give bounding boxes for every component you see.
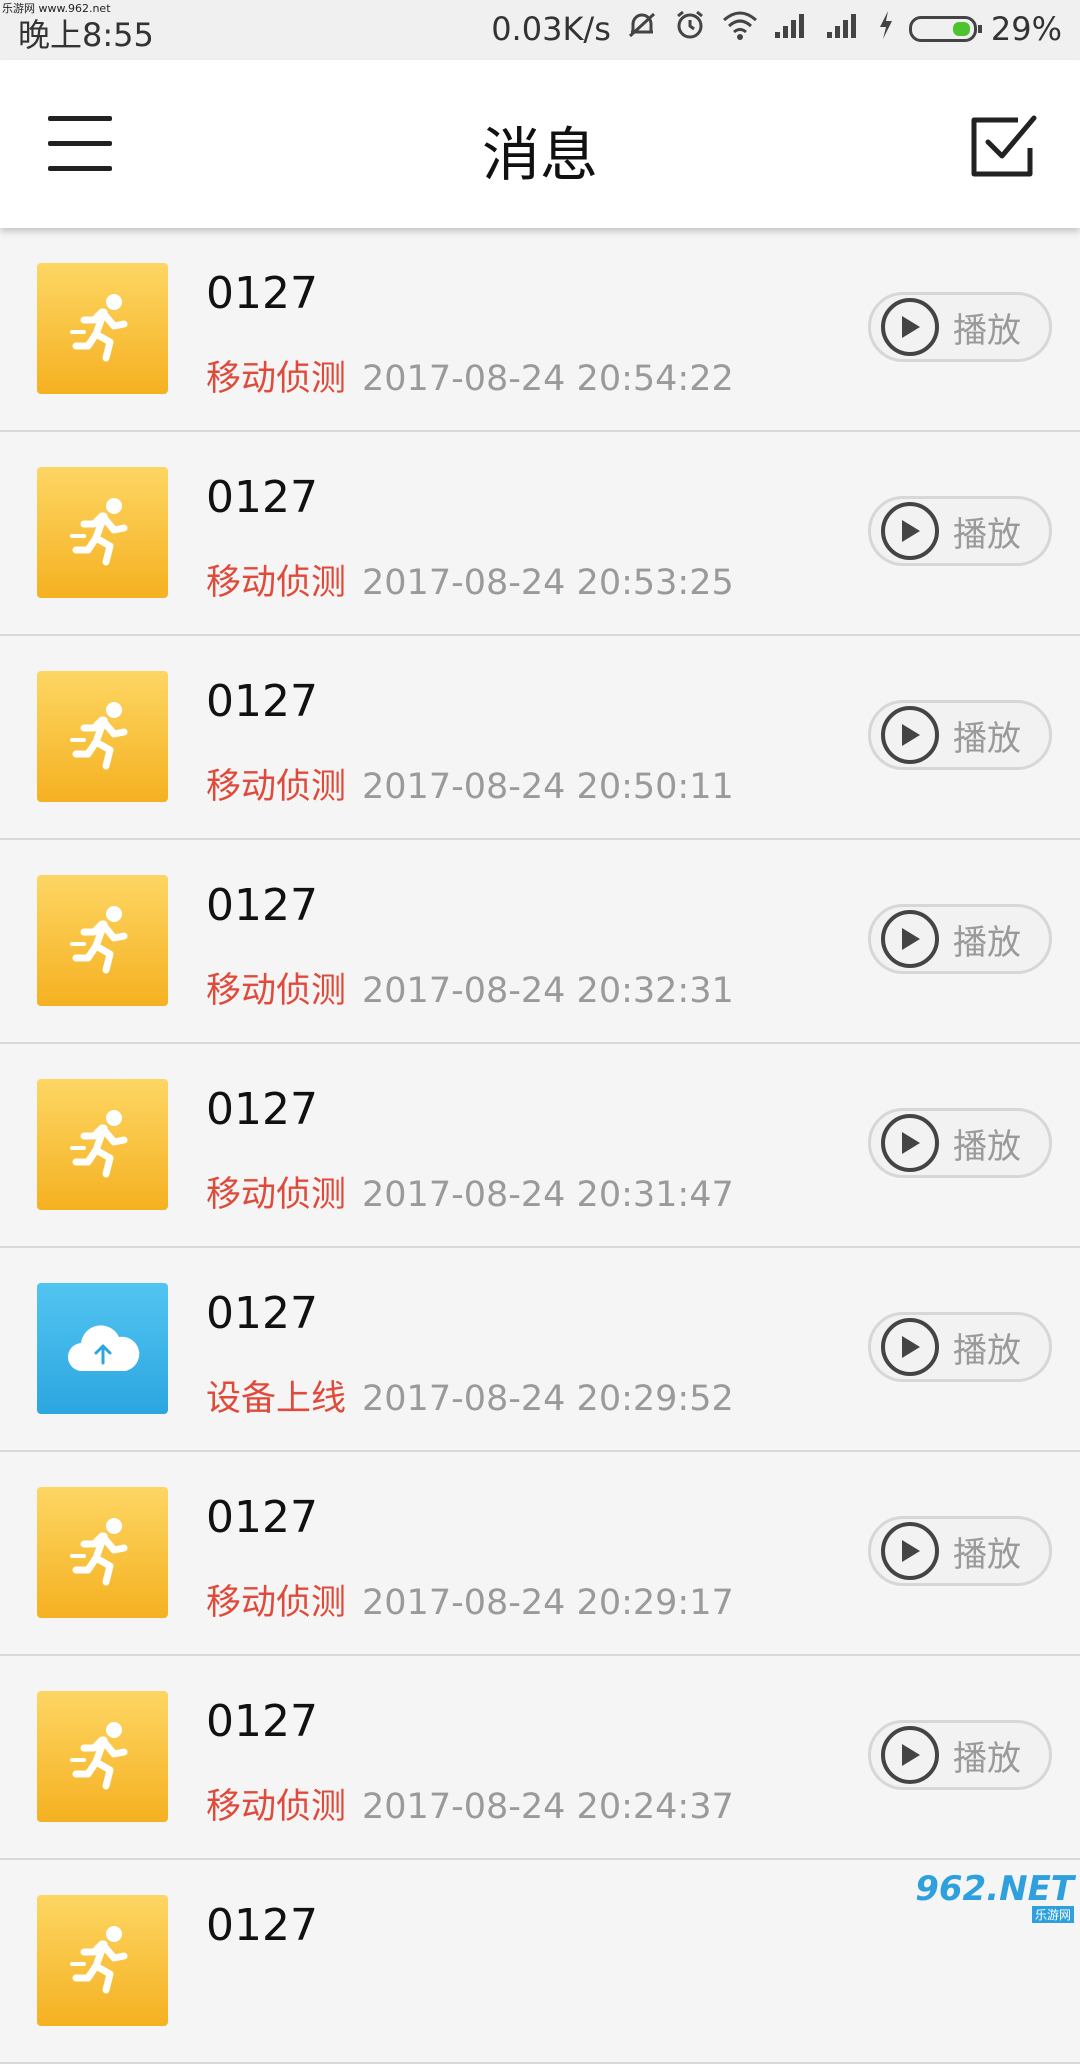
play-icon <box>881 502 939 560</box>
event-line: 设备上线 2017-08-24 20:29:52 <box>206 1370 734 1421</box>
event-type: 移动侦测 <box>206 1787 347 1827</box>
signal-icon <box>773 10 811 48</box>
play-button[interactable]: 播放 <box>868 1108 1052 1178</box>
message-list: 0127 移动侦测 2017-08-24 20:54:22 播放 0127 移动侦测 201… <box>0 228 1080 2064</box>
event-time: 2017-08-24 20:29:52 <box>362 1379 734 1419</box>
play-button[interactable]: 播放 <box>868 1720 1052 1790</box>
message-row[interactable]: 0127 移动侦测 2017-08-24 20:50:11 播放 <box>0 636 1080 840</box>
play-button[interactable]: 播放 <box>868 496 1052 566</box>
device-name: 0127 <box>206 268 318 319</box>
play-icon <box>881 1114 939 1172</box>
signal-icon <box>825 10 863 48</box>
event-time: 2017-08-24 20:31:47 <box>362 1175 734 1215</box>
network-speed: 0.03K/s <box>491 10 611 48</box>
play-button[interactable]: 播放 <box>868 700 1052 770</box>
device-name: 0127 <box>206 472 318 523</box>
message-row[interactable]: 0127 移动侦测 2017-08-24 20:29:17 播放 <box>0 1452 1080 1656</box>
play-icon <box>881 1726 939 1784</box>
event-type: 设备上线 <box>206 1379 347 1419</box>
event-type: 移动侦测 <box>206 1583 347 1623</box>
device-name: 0127 <box>206 676 318 727</box>
event-time: 2017-08-24 20:54:22 <box>362 359 734 399</box>
device-name: 0127 <box>206 1900 318 1951</box>
select-button[interactable] <box>968 112 1040 180</box>
device-name: 0127 <box>206 1084 318 1135</box>
event-line: 移动侦测 2017-08-24 20:50:11 <box>206 758 734 809</box>
running-person-icon <box>37 1691 168 1822</box>
page-title: 消息 <box>481 121 598 189</box>
device-name: 0127 <box>206 1288 318 1339</box>
message-row[interactable]: 0127 移动侦测 2017-08-24 20:32:31 播放 <box>0 840 1080 1044</box>
event-line: 移动侦测 2017-08-24 20:29:17 <box>206 1574 734 1625</box>
event-time: 2017-08-24 20:53:25 <box>362 563 734 603</box>
play-icon <box>881 910 939 968</box>
status-bar: 晚上8:55 0.03K/s 29% <box>0 0 1080 60</box>
event-line: 移动侦测 2017-08-24 20:54:22 <box>206 350 734 401</box>
play-button[interactable]: 播放 <box>868 292 1052 362</box>
message-row[interactable]: 0127 设备上线 2017-08-24 20:29:52 播放 <box>0 1248 1080 1452</box>
play-icon <box>881 1318 939 1376</box>
event-type: 移动侦测 <box>206 971 347 1011</box>
app-bar: 消息 <box>0 60 1080 228</box>
running-person-icon <box>37 671 168 802</box>
event-type: 移动侦测 <box>206 1175 347 1215</box>
play-label: 播放 <box>953 310 1021 351</box>
device-name: 0127 <box>206 1696 318 1747</box>
device-name: 0127 <box>206 880 318 931</box>
play-icon <box>881 1522 939 1580</box>
event-time: 2017-08-24 20:32:31 <box>362 971 734 1011</box>
battery-icon <box>908 16 982 42</box>
running-person-icon <box>37 875 168 1006</box>
status-time: 晚上8:55 <box>18 16 154 54</box>
device-name: 0127 <box>206 1492 318 1543</box>
checkbox-icon <box>971 115 1037 177</box>
event-line: 移动侦测 2017-08-24 20:24:37 <box>206 1778 734 1829</box>
running-person-icon <box>37 1895 168 2026</box>
event-time: 2017-08-24 20:50:11 <box>362 767 734 807</box>
event-line <box>206 1982 222 2022</box>
play-label: 播放 <box>953 922 1021 963</box>
play-button[interactable]: 播放 <box>868 904 1052 974</box>
cloud-upload-icon <box>37 1283 168 1414</box>
watermark-top: 乐游网 www.962.net <box>0 0 113 16</box>
play-icon <box>881 706 939 764</box>
play-label: 播放 <box>953 1330 1021 1371</box>
play-label: 播放 <box>953 1126 1021 1167</box>
watermark-logo: 962.NET 乐游网 <box>915 1869 1074 1923</box>
battery-percent: 29% <box>990 10 1062 48</box>
status-icons: 0.03K/s 29% <box>491 8 1062 50</box>
message-row[interactable]: 0127 移动侦测 2017-08-24 20:24:37 播放 <box>0 1656 1080 1860</box>
event-line: 移动侦测 2017-08-24 20:53:25 <box>206 554 734 605</box>
running-person-icon <box>37 1487 168 1618</box>
charging-icon <box>877 9 895 49</box>
event-type: 移动侦测 <box>206 359 347 399</box>
message-row[interactable]: 0127 移动侦测 2017-08-24 20:54:22 播放 <box>0 228 1080 432</box>
play-button[interactable]: 播放 <box>868 1312 1052 1382</box>
event-type: 移动侦测 <box>206 563 347 603</box>
event-line: 移动侦测 2017-08-24 20:31:47 <box>206 1166 734 1217</box>
message-row[interactable]: 0127 移动侦测 2017-08-24 20:53:25 播放 <box>0 432 1080 636</box>
play-label: 播放 <box>953 1534 1021 1575</box>
running-person-icon <box>37 263 168 394</box>
battery-level <box>952 22 970 36</box>
event-time: 2017-08-24 20:24:37 <box>362 1787 734 1827</box>
alarm-icon <box>673 8 707 50</box>
wifi-icon <box>721 9 759 49</box>
play-label: 播放 <box>953 718 1021 759</box>
running-person-icon <box>37 467 168 598</box>
play-button[interactable]: 播放 <box>868 1516 1052 1586</box>
event-type: 移动侦测 <box>206 767 347 807</box>
message-row[interactable]: 0127 移动侦测 2017-08-24 20:31:47 播放 <box>0 1044 1080 1248</box>
play-icon <box>881 298 939 356</box>
event-time: 2017-08-24 20:29:17 <box>362 1583 734 1623</box>
play-label: 播放 <box>953 1738 1021 1779</box>
event-line: 移动侦测 2017-08-24 20:32:31 <box>206 962 734 1013</box>
running-person-icon <box>37 1079 168 1210</box>
play-label: 播放 <box>953 514 1021 555</box>
mute-icon <box>625 8 659 50</box>
